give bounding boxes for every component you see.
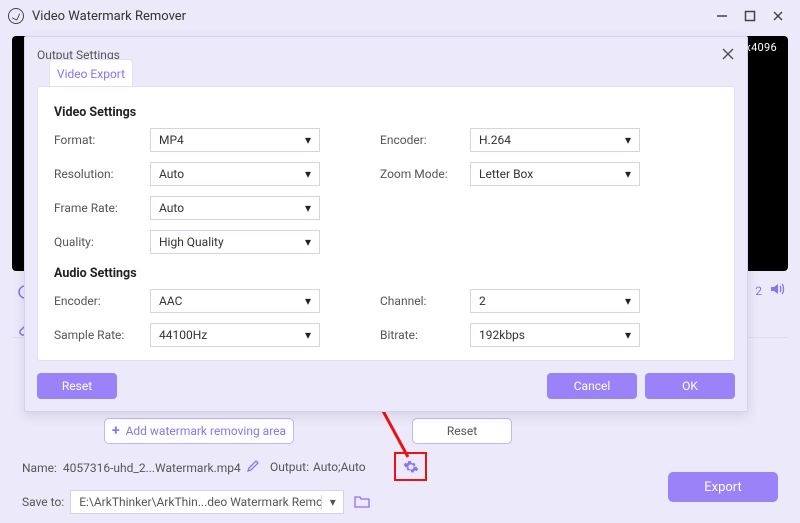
audio-settings-heading: Audio Settings bbox=[54, 266, 718, 281]
add-watermark-area-button[interactable]: + Add watermark removing area bbox=[104, 418, 294, 444]
chevron-down-icon: ▾ bbox=[625, 133, 631, 147]
speaker-icon[interactable] bbox=[770, 282, 786, 299]
close-button[interactable] bbox=[764, 4, 792, 28]
audio-encoder-label: Encoder: bbox=[54, 294, 150, 308]
app-logo-icon bbox=[8, 8, 24, 24]
side-number: 2 bbox=[755, 284, 762, 298]
resolution-label: Resolution: bbox=[54, 167, 150, 181]
plus-icon: + bbox=[112, 423, 120, 439]
tab-video-export[interactable]: Video Export bbox=[49, 59, 133, 87]
chevron-down-icon[interactable]: ▾ bbox=[321, 495, 343, 509]
bitrate-select[interactable]: 192kbps▾ bbox=[470, 323, 640, 347]
open-folder-icon[interactable] bbox=[354, 494, 370, 511]
save-to-label: Save to: bbox=[22, 495, 64, 509]
titlebar: Video Watermark Remover bbox=[0, 0, 800, 32]
output-settings-button[interactable] bbox=[394, 452, 427, 481]
framerate-label: Frame Rate: bbox=[54, 201, 150, 215]
zoom-label: Zoom Mode: bbox=[380, 167, 470, 181]
video-settings-heading: Video Settings bbox=[54, 105, 718, 120]
quality-label: Quality: bbox=[54, 235, 150, 249]
framerate-select[interactable]: Auto▾ bbox=[150, 196, 320, 220]
chevron-down-icon: ▾ bbox=[305, 328, 311, 342]
maximize-button[interactable] bbox=[736, 4, 764, 28]
save-to-value: E:\ArkThinker\ArkThin...deo Watermark Re… bbox=[71, 495, 321, 509]
export-button[interactable]: Export bbox=[668, 472, 778, 502]
chevron-down-icon: ▾ bbox=[305, 235, 311, 249]
settings-panel: Video Settings Format: MP4▾ Encoder: H.2… bbox=[37, 86, 735, 361]
output-label: Output: bbox=[270, 460, 309, 474]
encoder-label: Encoder: bbox=[380, 133, 470, 147]
encoder-select[interactable]: H.264▾ bbox=[470, 128, 640, 152]
chevron-down-icon: ▾ bbox=[305, 294, 311, 308]
output-settings-dialog: Output Settings Video Export Video Setti… bbox=[24, 36, 748, 412]
chevron-down-icon: ▾ bbox=[625, 167, 631, 181]
sample-rate-label: Sample Rate: bbox=[54, 328, 150, 342]
format-select[interactable]: MP4▾ bbox=[150, 128, 320, 152]
minimize-button[interactable] bbox=[708, 4, 736, 28]
output-value: Auto;Auto bbox=[312, 457, 392, 479]
channel-label: Channel: bbox=[380, 294, 470, 308]
edit-name-icon[interactable] bbox=[247, 460, 259, 476]
app-title: Video Watermark Remover bbox=[32, 9, 186, 24]
name-value: 4057316-uhd_2...Watermark.mp4 bbox=[63, 461, 241, 475]
sample-rate-select[interactable]: 44100Hz▾ bbox=[150, 323, 320, 347]
chevron-down-icon: ▾ bbox=[625, 294, 631, 308]
dialog-ok-button[interactable]: OK bbox=[645, 373, 735, 399]
format-label: Format: bbox=[54, 133, 150, 147]
reset-main-button[interactable]: Reset bbox=[412, 418, 512, 444]
add-area-label: Add watermark removing area bbox=[126, 424, 286, 438]
right-controls: 2 bbox=[755, 282, 786, 299]
chevron-down-icon: ▾ bbox=[305, 201, 311, 215]
chevron-down-icon: ▾ bbox=[305, 167, 311, 181]
name-label: Name: bbox=[22, 461, 57, 475]
chevron-down-icon: ▾ bbox=[305, 133, 311, 147]
bitrate-label: Bitrate: bbox=[380, 328, 470, 342]
dialog-reset-button[interactable]: Reset bbox=[37, 373, 117, 399]
quality-select[interactable]: High Quality▾ bbox=[150, 230, 320, 254]
zoom-select[interactable]: Letter Box▾ bbox=[470, 162, 640, 186]
channel-select[interactable]: 2▾ bbox=[470, 289, 640, 313]
chevron-down-icon: ▾ bbox=[625, 328, 631, 342]
audio-encoder-select[interactable]: AAC▾ bbox=[150, 289, 320, 313]
save-to-select[interactable]: E:\ArkThinker\ArkThin...deo Watermark Re… bbox=[70, 490, 344, 514]
dialog-close-button[interactable] bbox=[721, 47, 735, 64]
resolution-select[interactable]: Auto▾ bbox=[150, 162, 320, 186]
dialog-cancel-button[interactable]: Cancel bbox=[547, 373, 637, 399]
